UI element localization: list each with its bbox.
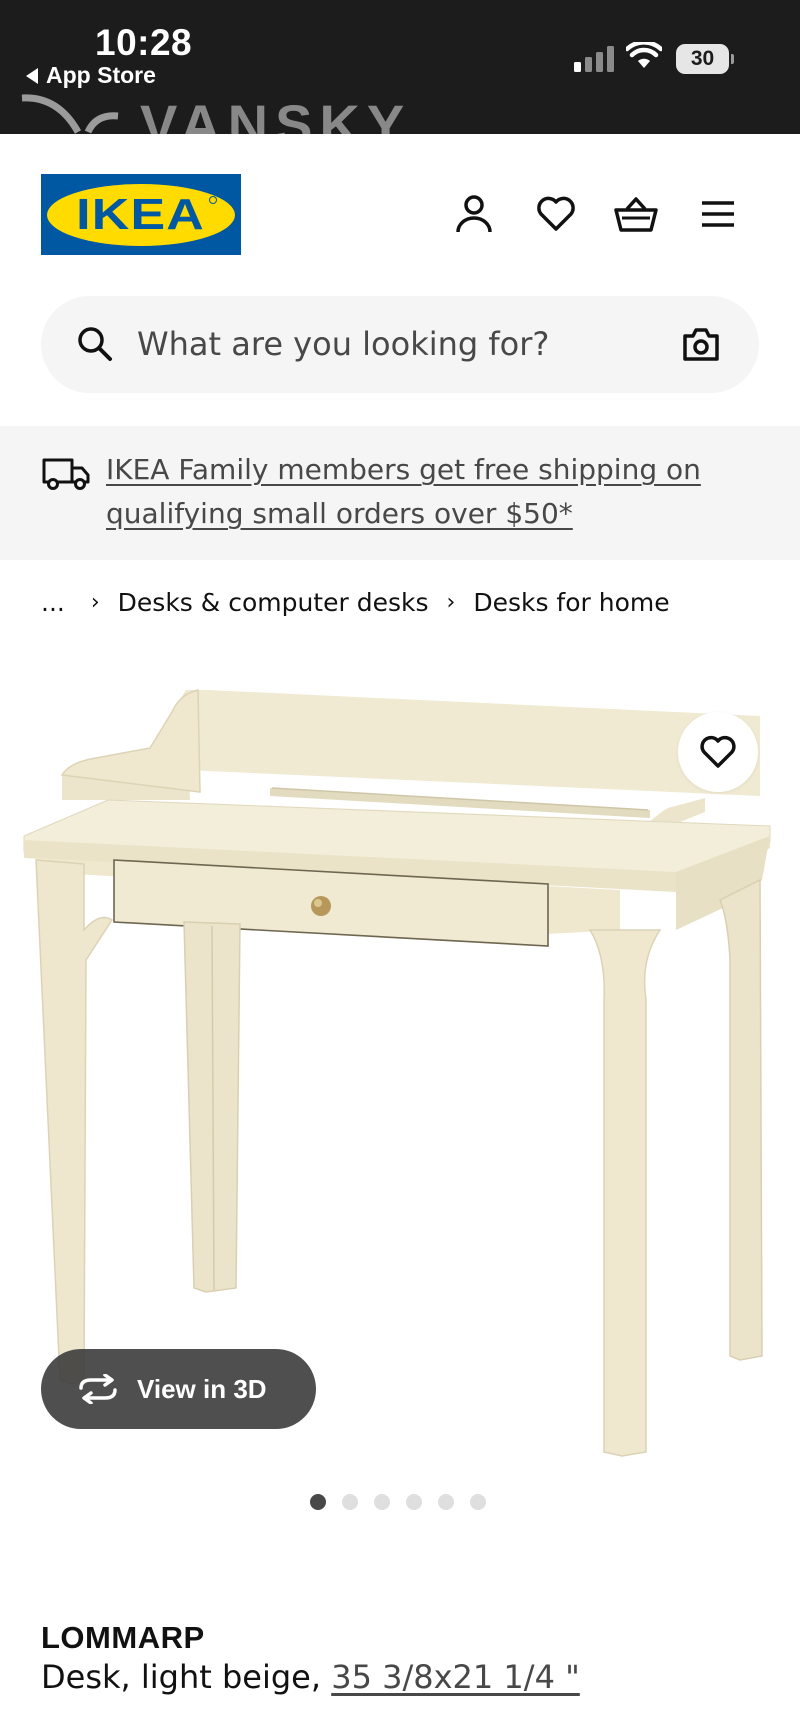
product-description-text: Desk, light beige, (41, 1658, 322, 1696)
battery-icon: 30 (676, 44, 734, 74)
watermark-text: VANSKY (140, 93, 412, 134)
account-icon[interactable] (452, 192, 496, 236)
add-to-wishlist-button[interactable] (678, 712, 758, 792)
wishlist-heart-icon[interactable] (534, 192, 578, 236)
family-shipping-link[interactable]: IKEA Family members get free shipping on… (106, 448, 726, 536)
menu-icon[interactable] (696, 192, 740, 236)
ikea-logo[interactable]: IKEA (41, 174, 241, 255)
back-arrow-icon (26, 67, 38, 84)
chevron-right-icon: › (446, 590, 456, 615)
logo-text: IKEA (76, 189, 206, 239)
shopping-basket-icon[interactable] (614, 192, 658, 236)
delivery-truck-icon (42, 458, 90, 490)
chevron-right-icon: › (90, 590, 100, 615)
pagination-dot[interactable] (406, 1494, 422, 1510)
search-icon[interactable] (77, 326, 113, 362)
pagination-dot[interactable] (470, 1494, 486, 1510)
image-pagination (310, 1494, 486, 1510)
rotate-3d-icon (79, 1374, 117, 1404)
pagination-dot[interactable] (310, 1494, 326, 1510)
view-in-3d-button[interactable]: View in 3D (41, 1349, 316, 1429)
breadcrumb: ... › Desks & computer desks › Desks for… (41, 588, 670, 617)
shipping-banner: IKEA Family members get free shipping on… (0, 426, 800, 560)
watermark-logo-icon (21, 94, 119, 134)
status-time: 10:28 (95, 22, 193, 63)
search-input[interactable] (137, 318, 697, 370)
breadcrumb-item-desks-computer-desks[interactable]: Desks & computer desks (118, 588, 429, 617)
product-size-link[interactable]: 35 3/8x21 1/4 " (331, 1658, 580, 1696)
product-description: Desk, light beige, 35 3/8x21 1/4 " (41, 1658, 580, 1696)
wifi-icon (626, 42, 662, 68)
camera-search-icon[interactable] (681, 326, 721, 362)
back-label: App Store (46, 62, 156, 88)
breadcrumb-ellipsis[interactable]: ... (41, 588, 65, 617)
pagination-dot[interactable] (438, 1494, 454, 1510)
search-bar (41, 296, 759, 393)
product-name: LOMMARP (41, 1620, 205, 1655)
back-to-app-store[interactable]: App Store (26, 62, 156, 89)
pagination-dot[interactable] (374, 1494, 390, 1510)
status-bar: 10:28 App Store 30 VANSKY (0, 0, 800, 134)
cellular-signal-icon (574, 46, 614, 72)
heart-icon (700, 735, 736, 768)
view-in-3d-label: View in 3D (137, 1373, 267, 1404)
breadcrumb-item-desks-for-home[interactable]: Desks for home (473, 588, 669, 617)
pagination-dot[interactable] (342, 1494, 358, 1510)
